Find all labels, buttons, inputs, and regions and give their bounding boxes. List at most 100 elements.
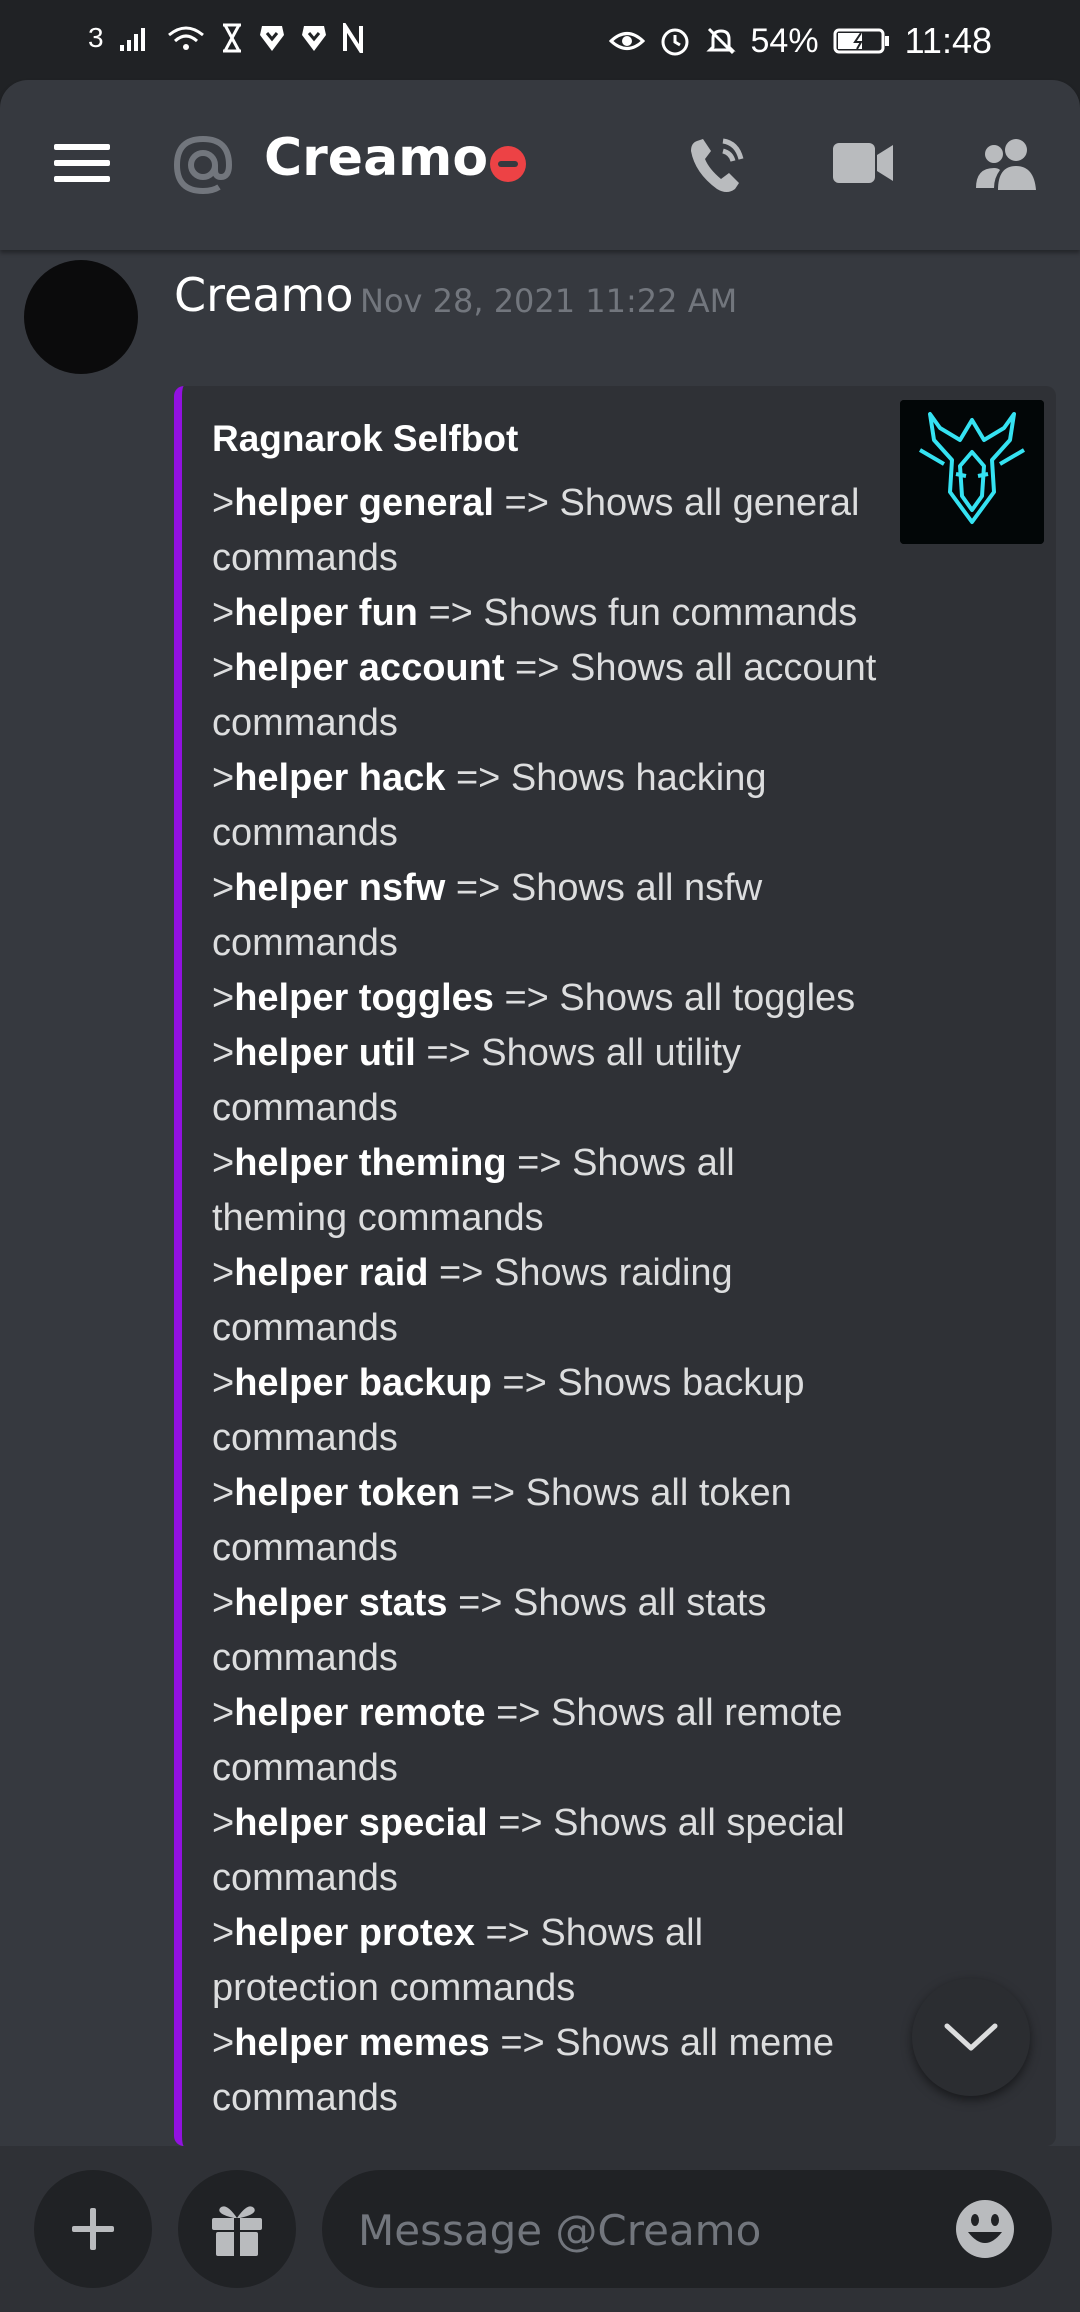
command-description-wrap: commands bbox=[212, 1527, 398, 1569]
command-prefix: > bbox=[212, 1472, 235, 1514]
hourglass-icon bbox=[222, 23, 241, 53]
embed-line: >helper stats => Shows all stats bbox=[212, 1576, 882, 1631]
command-prefix: > bbox=[212, 867, 235, 909]
command-description: => Shows all general bbox=[493, 482, 860, 524]
command-description: => Shows backup bbox=[491, 1362, 805, 1404]
header-background: Creamo bbox=[0, 80, 1080, 250]
command-description: => Shows all meme bbox=[489, 2022, 835, 2064]
video-camera-icon[interactable] bbox=[830, 138, 896, 188]
command-name: helper raid bbox=[234, 1252, 429, 1294]
command-description-wrap: commands bbox=[212, 1637, 398, 1679]
embed-line: >helper account => Shows all account bbox=[212, 641, 882, 696]
command-prefix: > bbox=[212, 592, 235, 634]
embed-line: >helper protex => Shows all bbox=[212, 1906, 882, 1961]
plus-icon bbox=[72, 2208, 114, 2250]
embed-line: >helper memes => Shows all meme bbox=[212, 2016, 882, 2071]
command-name: helper general bbox=[234, 482, 494, 524]
members-icon[interactable] bbox=[974, 136, 1040, 192]
composer-bar: Message @Creamo bbox=[0, 2146, 1080, 2312]
command-name: helper toggles bbox=[234, 977, 494, 1019]
hamburger-icon[interactable] bbox=[52, 138, 112, 188]
command-description-wrap: theming commands bbox=[212, 1197, 544, 1239]
command-description: => Shows all account bbox=[504, 647, 877, 689]
signal-icon bbox=[119, 28, 145, 51]
gift-icon bbox=[212, 2206, 262, 2256]
phone-call-icon[interactable] bbox=[686, 130, 750, 200]
gift-button[interactable] bbox=[178, 2170, 296, 2288]
status-bar: 3 54% 11:48 bbox=[0, 0, 1080, 80]
command-name: helper memes bbox=[234, 2022, 490, 2064]
embed: Ragnarok Selfbot >helper general => Show… bbox=[174, 386, 1056, 2146]
command-name: helper special bbox=[234, 1802, 488, 1844]
embed-line: >helper toggles => Shows all toggles bbox=[212, 971, 882, 1026]
command-prefix: > bbox=[212, 1692, 235, 1734]
battery-percent: 54% bbox=[750, 21, 819, 60]
command-description-wrap: protection commands bbox=[212, 1967, 576, 2009]
command-prefix: > bbox=[212, 1142, 235, 1184]
n-icon bbox=[342, 23, 363, 53]
command-prefix: > bbox=[212, 1362, 235, 1404]
scroll-to-bottom-button[interactable] bbox=[912, 1978, 1030, 2096]
command-description: => Shows raiding bbox=[428, 1252, 733, 1294]
dnd-status-indicator bbox=[490, 146, 526, 182]
command-name: helper theming bbox=[234, 1142, 507, 1184]
command-prefix: > bbox=[212, 647, 235, 689]
embed-line: >helper remote => Shows all remote bbox=[212, 1686, 882, 1741]
embed-line: >helper util => Shows all utility bbox=[212, 1026, 882, 1081]
brave-icon-2 bbox=[301, 26, 326, 51]
command-description: => Shows all nsfw bbox=[445, 867, 763, 909]
command-description-wrap: commands bbox=[212, 812, 398, 854]
embed-description: >helper general => Shows all general comm… bbox=[212, 476, 882, 2126]
command-description-wrap: commands bbox=[212, 537, 398, 579]
command-description-wrap: commands bbox=[212, 1307, 398, 1349]
embed-line: >helper hack => Shows hacking bbox=[212, 751, 882, 806]
command-description: => Shows all bbox=[474, 1912, 704, 1954]
add-attachment-button[interactable] bbox=[34, 2170, 152, 2288]
embed-line: >helper nsfw => Shows all nsfw bbox=[212, 861, 882, 916]
channel-title: Creamo bbox=[264, 128, 489, 188]
command-prefix: > bbox=[212, 2022, 235, 2064]
embed-line: >helper special => Shows all special bbox=[212, 1796, 882, 1851]
avatar[interactable] bbox=[24, 260, 138, 374]
command-prefix: > bbox=[212, 1802, 235, 1844]
embed-line: >helper token => Shows all token bbox=[212, 1466, 882, 1521]
emoji-button[interactable] bbox=[954, 2198, 1016, 2265]
status-right: 54% 11:48 bbox=[608, 20, 992, 62]
embed-line: >helper raid => Shows raiding bbox=[212, 1246, 882, 1301]
sim-indicator: 3 bbox=[88, 22, 104, 53]
command-prefix: > bbox=[212, 482, 235, 524]
command-name: helper account bbox=[234, 647, 505, 689]
command-prefix: > bbox=[212, 1252, 235, 1294]
embed-line: >helper theming => Shows all bbox=[212, 1136, 882, 1191]
battery-charging-icon bbox=[833, 28, 889, 54]
command-name: helper remote bbox=[234, 1692, 486, 1734]
command-prefix: > bbox=[212, 757, 235, 799]
message-timestamp: Nov 28, 2021 11:22 AM bbox=[360, 282, 738, 320]
message-input-placeholder: Message @Creamo bbox=[358, 2206, 762, 2255]
command-description-wrap: commands bbox=[212, 1857, 398, 1899]
ragnarok-helmet-logo bbox=[900, 400, 1044, 544]
command-name: helper hack bbox=[234, 757, 446, 799]
embed-line: >helper general => Shows all general bbox=[212, 476, 882, 531]
brave-icon bbox=[259, 26, 284, 51]
command-name: helper nsfw bbox=[234, 867, 446, 909]
at-icon bbox=[170, 132, 236, 198]
command-name: helper token bbox=[234, 1472, 461, 1514]
command-name: helper backup bbox=[234, 1362, 492, 1404]
message-input[interactable]: Message @Creamo bbox=[322, 2170, 1052, 2288]
command-description: => Shows all bbox=[506, 1142, 735, 1184]
embed-thumbnail[interactable] bbox=[900, 400, 1044, 544]
command-description: => Shows all toggles bbox=[493, 977, 856, 1019]
command-name: helper stats bbox=[234, 1582, 448, 1624]
status-left: 3 bbox=[88, 22, 364, 54]
command-description: => Shows all remote bbox=[485, 1692, 843, 1734]
command-description-wrap: commands bbox=[212, 1087, 398, 1129]
command-prefix: > bbox=[212, 1912, 235, 1954]
embed-line: >helper fun => Shows fun commands bbox=[212, 586, 882, 641]
channel-header: Creamo bbox=[0, 80, 1080, 250]
message-author[interactable]: Creamo bbox=[174, 268, 353, 322]
command-description: => Shows all token bbox=[460, 1472, 792, 1514]
command-description: => Shows all special bbox=[487, 1802, 845, 1844]
command-description: => Shows fun commands bbox=[417, 592, 858, 634]
command-description: => Shows all utility bbox=[415, 1032, 742, 1074]
